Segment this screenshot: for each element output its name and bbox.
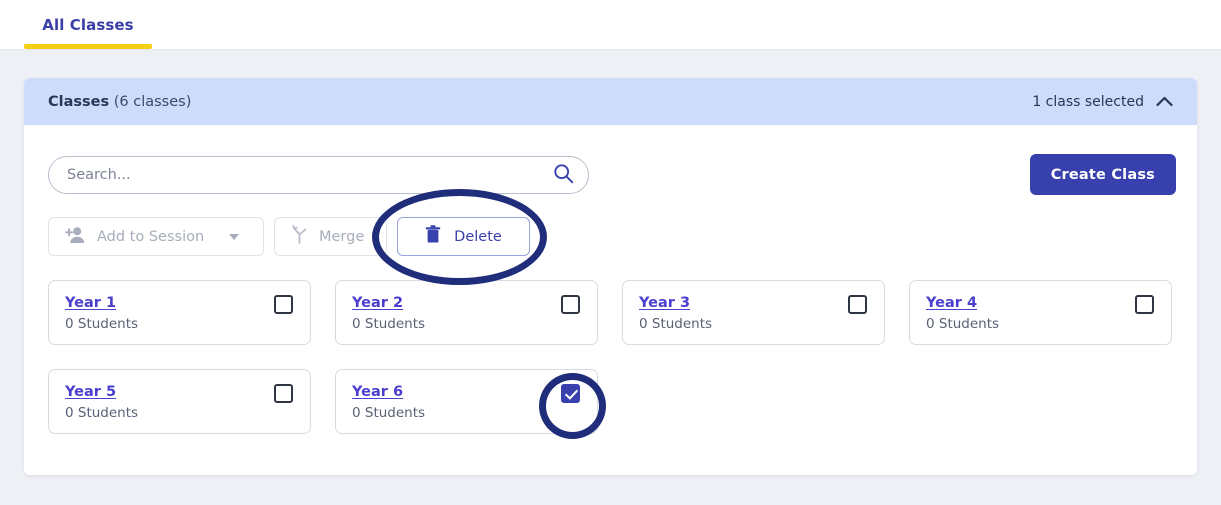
top-tab-bar: All Classes [0, 0, 1221, 50]
class-student-count-year-2: 0 Students [352, 316, 426, 332]
class-card-year-4[interactable]: Year 4 0 Students [909, 280, 1172, 345]
tab-active-underline [24, 44, 152, 49]
tab-all-classes-label: All Classes [42, 16, 134, 34]
chevron-up-icon[interactable] [1156, 92, 1173, 111]
classes-panel: Classes (6 classes) 1 class selected Sea… [24, 78, 1197, 475]
person-add-icon [65, 226, 86, 248]
class-link-year-5[interactable]: Year 5 [65, 384, 116, 400]
search-icon[interactable] [553, 163, 574, 188]
class-student-count-year-6: 0 Students [352, 405, 426, 421]
delete-label: Delete [454, 228, 502, 245]
add-to-session-button[interactable]: Add to Session [48, 217, 264, 256]
class-checkbox-year-4[interactable] [1135, 295, 1154, 314]
classes-panel-title-group: Classes (6 classes) [48, 94, 191, 110]
classes-count: (6 classes) [113, 93, 192, 110]
class-card-year-3[interactable]: Year 3 0 Students [622, 280, 885, 345]
class-student-count-year-1: 0 Students [65, 316, 139, 332]
classes-panel-body: Create Class Add to Session [24, 125, 1197, 475]
search-field-wrapper[interactable] [48, 156, 589, 194]
class-checkbox-year-2[interactable] [561, 295, 580, 314]
tab-all-classes[interactable]: All Classes [24, 0, 152, 50]
class-link-year-1[interactable]: Year 1 [65, 295, 116, 311]
class-link-year-2[interactable]: Year 2 [352, 295, 403, 311]
caret-down-icon[interactable] [229, 233, 240, 240]
merge-icon [291, 224, 308, 248]
class-link-year-4[interactable]: Year 4 [926, 295, 977, 311]
class-checkbox-year-3[interactable] [848, 295, 867, 314]
delete-button[interactable]: Delete [397, 217, 530, 256]
selection-status-text: 1 class selected [1032, 93, 1144, 110]
page-title: Classes [48, 93, 110, 110]
create-class-button[interactable]: Create Class [1029, 154, 1176, 195]
merge-button[interactable]: Merge [274, 217, 387, 256]
class-student-count-year-4: 0 Students [926, 316, 1000, 332]
merge-label: Merge [319, 228, 365, 245]
class-card-grid: Year 1 0 Students Year 2 0 Students Year… [48, 280, 1175, 434]
class-student-count-year-3: 0 Students [639, 316, 713, 332]
trash-icon [425, 225, 441, 248]
class-card-year-1[interactable]: Year 1 0 Students [48, 280, 311, 345]
add-to-session-label: Add to Session [97, 228, 205, 245]
class-checkbox-year-5[interactable] [274, 384, 293, 403]
class-card-year-6[interactable]: Year 6 0 Students [335, 369, 598, 434]
class-card-year-2[interactable]: Year 2 0 Students [335, 280, 598, 345]
selection-status-group[interactable]: 1 class selected [1032, 92, 1173, 111]
class-link-year-6[interactable]: Year 6 [352, 384, 403, 400]
class-link-year-3[interactable]: Year 3 [639, 295, 690, 311]
class-checkbox-year-6[interactable] [561, 384, 580, 403]
classes-panel-header: Classes (6 classes) 1 class selected [24, 78, 1197, 125]
search-input[interactable] [67, 167, 553, 183]
class-card-year-5[interactable]: Year 5 0 Students [48, 369, 311, 434]
bulk-action-toolbar: Add to Session Merge Delete [48, 217, 530, 256]
class-checkbox-year-1[interactable] [274, 295, 293, 314]
class-student-count-year-5: 0 Students [65, 405, 139, 421]
